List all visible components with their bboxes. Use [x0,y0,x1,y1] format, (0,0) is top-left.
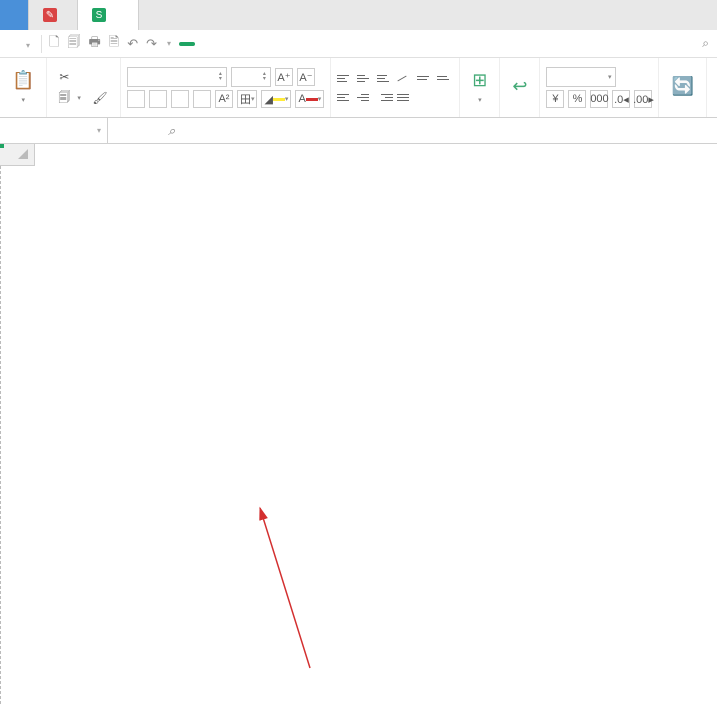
merge-icon: ⊞ [472,70,487,91]
file-menu[interactable]: ▾ [16,37,38,51]
ribbon: 📋 ▾ ✂ 🗐▾ 🖌 ▴▾ ▴▾ A⁺ A⁻ A² [0,58,717,118]
font-name-combo[interactable]: ▴▾ [127,67,227,87]
convert-icon: 🔄 [671,76,693,97]
search-button[interactable]: ⌕ [702,36,713,51]
menu-bar: ▾ 🗋 🗐 🖶 🗎 ↶ ↷ ▾ ⌕ [0,30,717,58]
spreadsheet-grid [0,144,717,704]
new-tab-button[interactable] [139,0,163,30]
print-icon[interactable]: 🖶 [84,33,104,55]
decrease-font-button[interactable]: A⁻ [297,68,315,86]
indent-inc-button[interactable] [437,70,453,86]
align-center-button[interactable] [357,89,373,105]
decrease-decimal-button[interactable]: .0◂ [612,90,630,108]
menu-start[interactable] [179,42,195,46]
redo-icon[interactable]: ↷ [142,36,161,52]
undo-icon[interactable]: ↶ [123,36,142,52]
copy-icon: 🗐 [57,91,71,105]
search-icon: ⌕ [702,36,709,51]
wrap-text-button[interactable]: ↩ [506,74,533,101]
save-icon[interactable]: 🗋 [45,33,63,55]
tab-templates[interactable]: ✎ [29,0,78,30]
sup-button[interactable]: A² [215,90,233,108]
save-as-icon[interactable]: 🗐 [63,33,84,55]
align-left-button[interactable] [337,89,353,105]
fill-color-button[interactable]: ◢▾ [261,90,291,108]
tab-workbook[interactable]: S [78,0,139,30]
comma-button[interactable]: 000 [590,90,608,108]
formula-bar-row: ▾ ⌕ [0,118,717,144]
select-all-corner[interactable] [0,144,35,166]
underline-button[interactable] [171,90,189,108]
increase-font-button[interactable]: A⁺ [275,68,293,86]
cut-button[interactable]: ✂ [53,68,78,86]
border-button[interactable]: 田▾ [237,90,258,108]
print-preview-icon[interactable]: 🗎 [105,33,123,55]
number-format-combo[interactable]: ▾ [546,67,616,87]
align-right-button[interactable] [377,89,393,105]
font-size-combo[interactable]: ▴▾ [231,67,271,87]
format-painter-button[interactable]: 🖌 [89,89,114,107]
bucket-icon: ◢ [264,93,272,106]
italic-button[interactable] [149,90,167,108]
orientation-button[interactable] [397,70,413,86]
tab-home[interactable] [0,0,29,30]
name-box[interactable]: ▾ [0,118,108,143]
merge-center-button[interactable]: ⊞ ▾ [466,68,493,107]
currency-button[interactable]: ¥ [546,90,564,108]
align-bottom-button[interactable] [377,70,393,86]
indent-dec-button[interactable] [417,70,433,86]
brush-icon: 🖌 [93,91,107,105]
strike-button[interactable] [193,90,211,108]
scissors-icon: ✂ [57,70,71,84]
wrap-icon: ↩ [512,76,527,97]
align-top-button[interactable] [337,70,353,86]
increase-decimal-button[interactable]: .00▸ [634,90,652,108]
paste-button[interactable]: 📋 ▾ [6,68,40,107]
copy-button[interactable]: 🗐▾ [53,89,85,107]
align-middle-button[interactable] [357,70,373,86]
clipboard-icon: 📋 [12,70,34,91]
percent-button[interactable]: % [568,90,586,108]
bold-button[interactable] [127,90,145,108]
doc-icon: ✎ [43,8,57,22]
document-tabs: ✎ S [0,0,717,30]
grid-icon: 田 [240,91,251,107]
type-convert-button[interactable]: 🔄 [665,74,699,101]
font-color-button[interactable]: A▾ [295,90,324,108]
excel-icon: S [92,8,106,22]
fx-icon[interactable]: ⌕ [168,123,175,139]
justify-button[interactable] [397,89,413,105]
